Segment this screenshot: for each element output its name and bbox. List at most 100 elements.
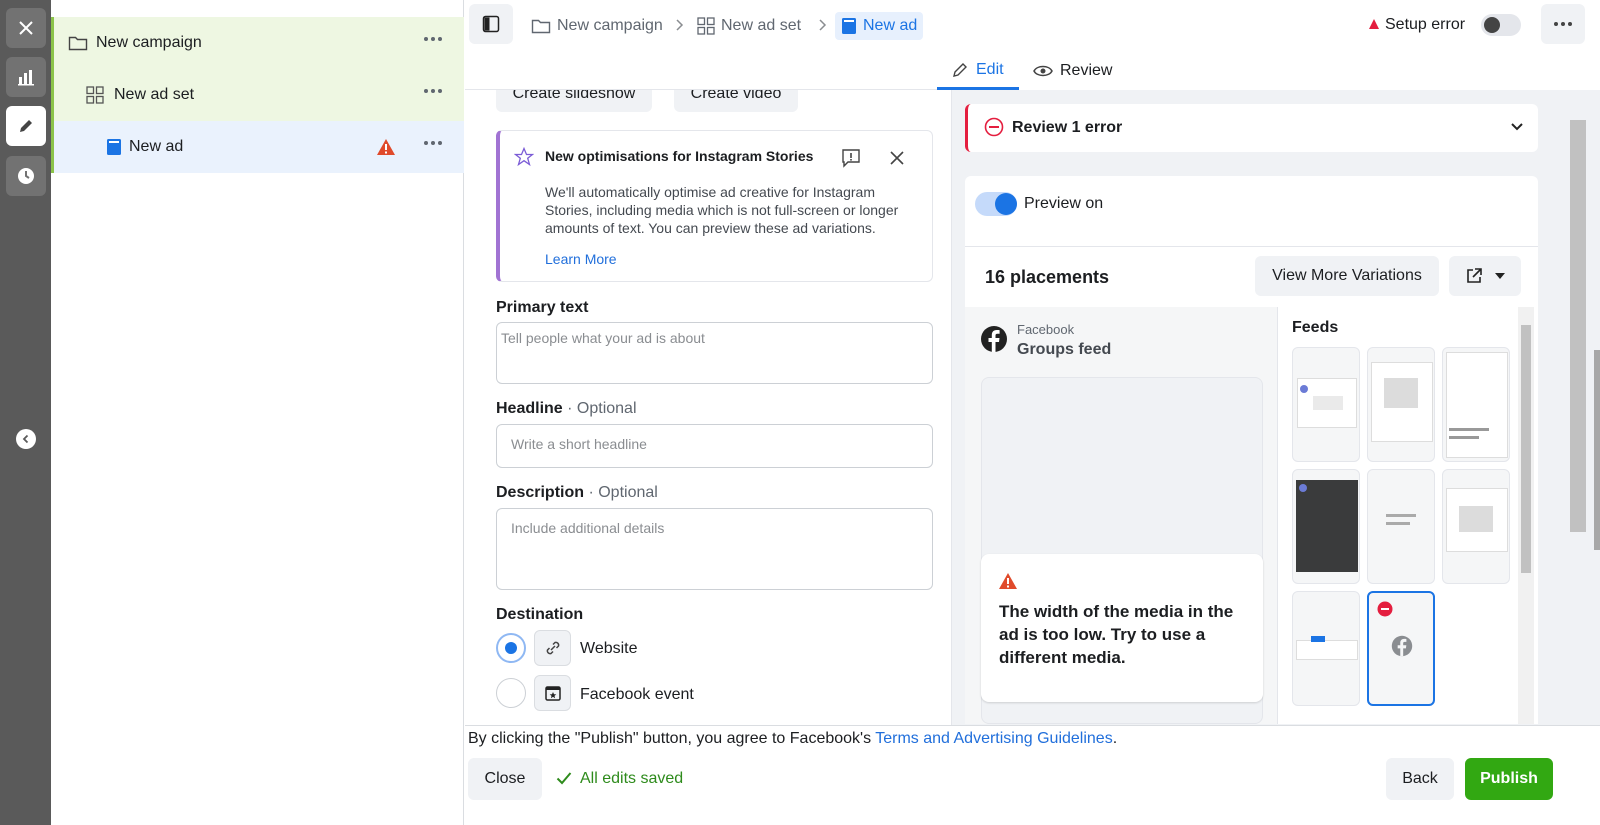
placement-thumbnail[interactable] bbox=[1442, 347, 1510, 462]
chevron-left-icon bbox=[22, 434, 29, 444]
primary-text-label: Primary text bbox=[496, 299, 589, 316]
tree-item-label: New campaign bbox=[96, 34, 202, 51]
more-options-icon[interactable] bbox=[424, 89, 442, 93]
tree-item-label: New ad bbox=[129, 138, 184, 155]
preview-panel: Review 1 error Preview on 16 placements … bbox=[952, 90, 1600, 725]
create-slideshow-button[interactable]: Create slideshow bbox=[496, 90, 652, 112]
placement-thumbnail[interactable] bbox=[1292, 469, 1360, 584]
checkmark-icon bbox=[556, 772, 572, 785]
media-error-card: The width of the media in the ad is too … bbox=[981, 554, 1263, 702]
feedback-icon[interactable] bbox=[841, 148, 861, 168]
breadcrumb-label: New ad set bbox=[721, 17, 802, 34]
close-button[interactable]: Close bbox=[468, 758, 542, 800]
tree-item-campaign[interactable]: New campaign bbox=[51, 17, 464, 69]
tree-item-adset[interactable]: New ad set bbox=[51, 69, 464, 121]
destination-label: Destination bbox=[496, 606, 584, 623]
link-icon-box bbox=[534, 630, 571, 666]
setup-toggle[interactable] bbox=[1481, 14, 1521, 36]
reporting-button[interactable] bbox=[6, 57, 46, 97]
instagram-notice: New optimisations for Instagram Stories … bbox=[496, 130, 933, 282]
close-icon bbox=[19, 21, 33, 35]
breadcrumb-campaign[interactable]: New campaign bbox=[531, 12, 663, 40]
feeds-panel: Feeds bbox=[1277, 307, 1538, 724]
preview-toggle[interactable] bbox=[975, 192, 1017, 216]
headline-input[interactable]: Write a short headline bbox=[496, 424, 933, 468]
setup-error-label: Setup error bbox=[1385, 16, 1466, 33]
primary-text-input[interactable]: Tell people what your ad is about bbox=[496, 322, 933, 384]
chevron-right-icon bbox=[676, 19, 684, 31]
footer-bar: By clicking the "Publish" button, you ag… bbox=[465, 725, 1600, 825]
close-icon[interactable] bbox=[889, 150, 905, 166]
terms-link[interactable]: Terms and Advertising Guidelines bbox=[875, 730, 1112, 747]
eye-icon bbox=[1033, 65, 1053, 77]
create-video-button[interactable]: Create video bbox=[674, 90, 798, 112]
folder-icon bbox=[531, 19, 551, 34]
back-button[interactable]: Back bbox=[1386, 758, 1454, 800]
breadcrumb-adset[interactable]: New ad set bbox=[697, 12, 801, 40]
facebook-logo-icon bbox=[1391, 635, 1413, 657]
star-icon bbox=[514, 147, 534, 167]
facebook-event-radio[interactable] bbox=[496, 678, 526, 708]
collapse-rail-button[interactable] bbox=[16, 429, 36, 449]
more-options-icon[interactable] bbox=[424, 141, 442, 145]
agreement-text: By clicking the "Publish" button, you ag… bbox=[468, 730, 1118, 747]
destination-option-label: Website bbox=[580, 640, 638, 657]
placement-thumbnail[interactable] bbox=[1292, 591, 1360, 706]
review-error-banner[interactable]: Review 1 error bbox=[965, 104, 1538, 152]
publish-button[interactable]: Publish bbox=[1465, 758, 1553, 800]
description-input[interactable]: Include additional details bbox=[496, 508, 933, 590]
tab-review[interactable]: Review bbox=[1033, 52, 1112, 90]
placement-thumbnail[interactable] bbox=[1292, 347, 1360, 462]
media-error-message: The width of the media in the ad is too … bbox=[999, 602, 1234, 667]
tab-edit[interactable]: Edit bbox=[937, 52, 1019, 90]
ad-form: Create slideshow Create video New optimi… bbox=[465, 90, 951, 725]
left-rail bbox=[0, 0, 51, 825]
chevron-down-icon bbox=[1511, 123, 1523, 131]
placement-thumbnail-selected[interactable] bbox=[1367, 591, 1435, 706]
tree-item-ad[interactable]: New ad bbox=[51, 121, 464, 173]
review-error-text: Review 1 error bbox=[1012, 119, 1123, 136]
clock-icon bbox=[18, 168, 34, 184]
breadcrumb-ad[interactable]: New ad bbox=[835, 12, 924, 40]
event-icon-box bbox=[534, 675, 571, 711]
editor-tabs bbox=[465, 52, 950, 90]
placement-thumbnail[interactable] bbox=[1367, 469, 1435, 584]
description-label: Description · Optional bbox=[496, 484, 658, 501]
tab-label: Edit bbox=[976, 60, 1004, 78]
toggle-panel-button[interactable] bbox=[469, 4, 513, 44]
facebook-logo-icon bbox=[981, 326, 1007, 352]
tree-item-label: New ad set bbox=[114, 86, 195, 103]
placement-name: Groups feed bbox=[1017, 341, 1112, 358]
grid-icon bbox=[697, 17, 715, 35]
history-button[interactable] bbox=[6, 156, 46, 196]
placement-preview: Facebook Groups feed The width of the me… bbox=[965, 307, 1277, 724]
pencil-icon bbox=[20, 120, 32, 132]
edit-mode-button[interactable] bbox=[6, 106, 46, 146]
share-dropdown-button[interactable] bbox=[1449, 256, 1521, 296]
placement-thumbnail[interactable] bbox=[1442, 469, 1510, 584]
more-menu-button[interactable] bbox=[1541, 4, 1585, 44]
error-icon bbox=[1377, 601, 1393, 617]
close-button[interactable] bbox=[6, 8, 46, 48]
learn-more-link[interactable]: Learn More bbox=[545, 251, 617, 267]
preview-toggle-label: Preview on bbox=[1024, 195, 1104, 212]
save-status: All edits saved bbox=[580, 770, 684, 787]
notice-title: New optimisations for Instagram Stories bbox=[545, 148, 814, 164]
destination-option-label: Facebook event bbox=[580, 686, 694, 703]
view-more-variations-button[interactable]: View More Variations bbox=[1255, 256, 1439, 296]
preview-scrollbar[interactable] bbox=[1564, 90, 1600, 725]
breadcrumb-label: New campaign bbox=[557, 17, 663, 34]
platform-label: Facebook bbox=[1017, 322, 1075, 337]
open-external-icon bbox=[1467, 268, 1482, 283]
website-radio[interactable] bbox=[496, 633, 526, 663]
placement-thumbnail[interactable] bbox=[1367, 347, 1435, 462]
grid-icon bbox=[86, 86, 104, 104]
pencil-icon bbox=[953, 62, 967, 77]
tab-label: Review bbox=[1060, 62, 1113, 79]
breadcrumb-label: New ad bbox=[863, 17, 918, 34]
calendar-star-icon bbox=[544, 686, 561, 701]
headline-label: Headline · Optional bbox=[496, 400, 637, 417]
feeds-scrollbar[interactable] bbox=[1518, 307, 1534, 724]
more-options-icon[interactable] bbox=[424, 37, 442, 41]
feeds-title: Feeds bbox=[1292, 319, 1339, 336]
